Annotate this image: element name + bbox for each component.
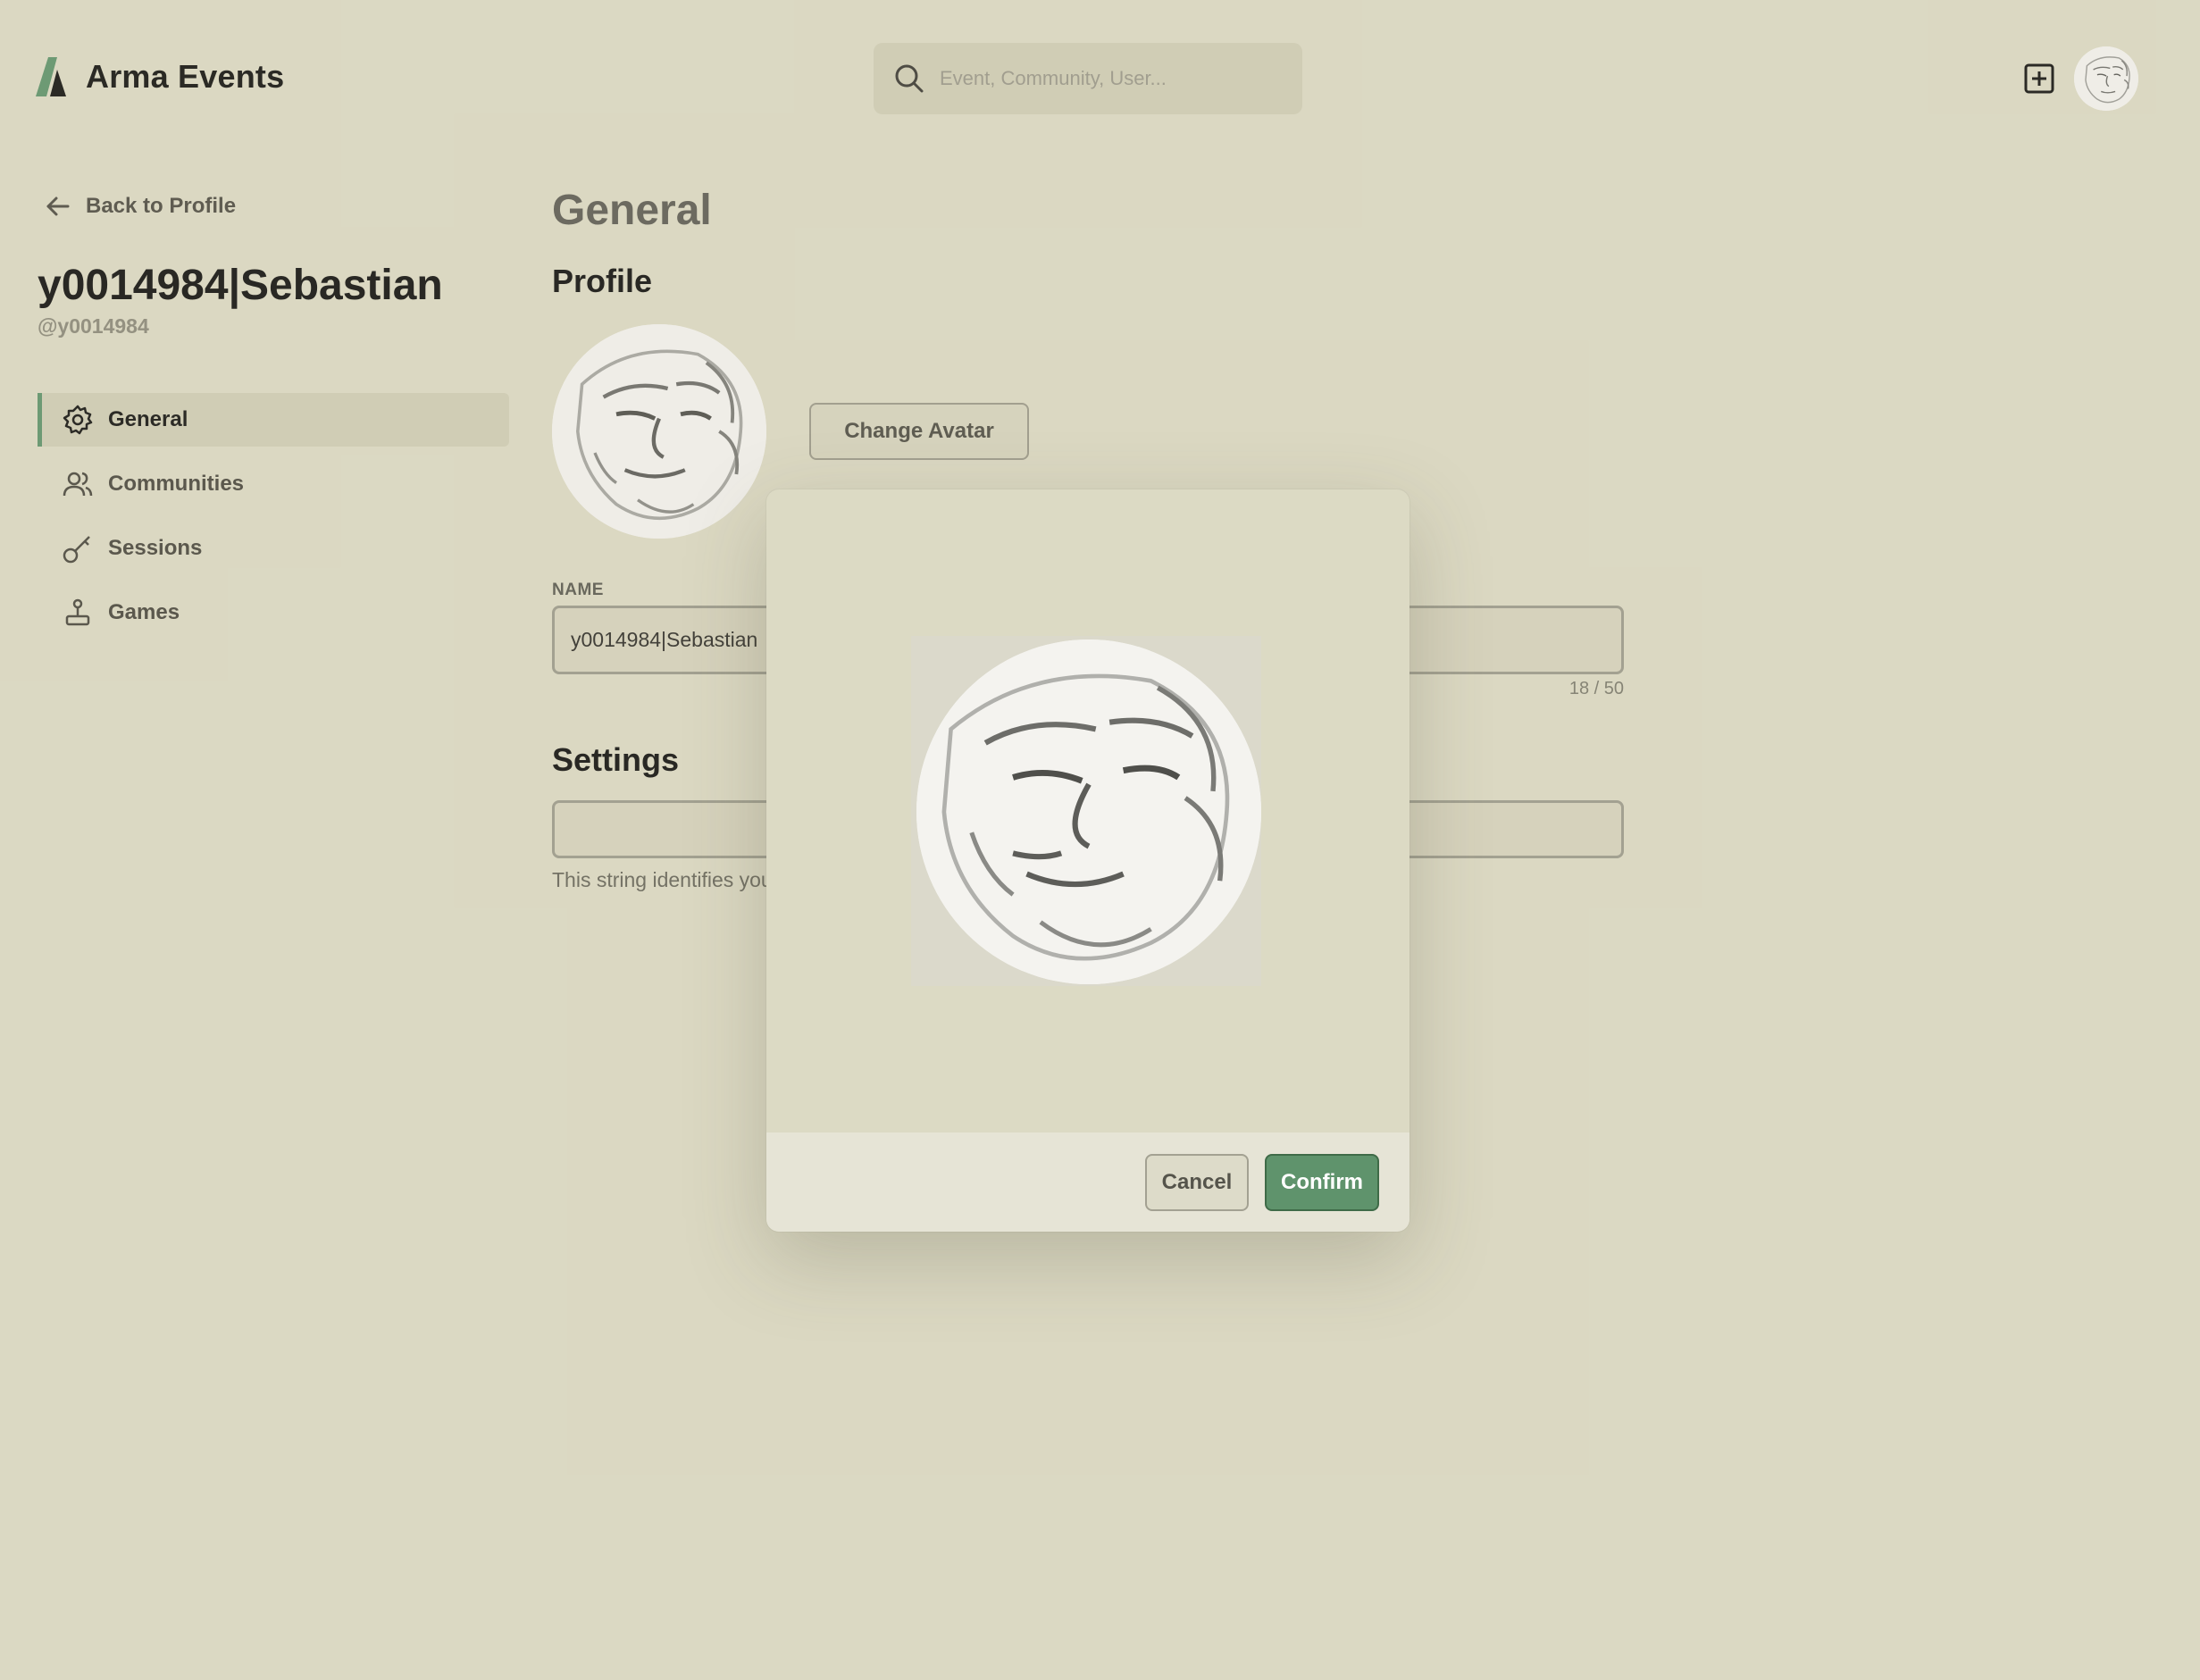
crop-preview-circle[interactable] (916, 639, 1261, 984)
avatar-crop-dialog: Cancel Confirm (766, 489, 1410, 1232)
confirm-button[interactable]: Confirm (1265, 1154, 1379, 1211)
portrait-sketch-icon (916, 639, 1261, 984)
cancel-button[interactable]: Cancel (1145, 1154, 1249, 1211)
crop-area[interactable] (766, 489, 1410, 1133)
